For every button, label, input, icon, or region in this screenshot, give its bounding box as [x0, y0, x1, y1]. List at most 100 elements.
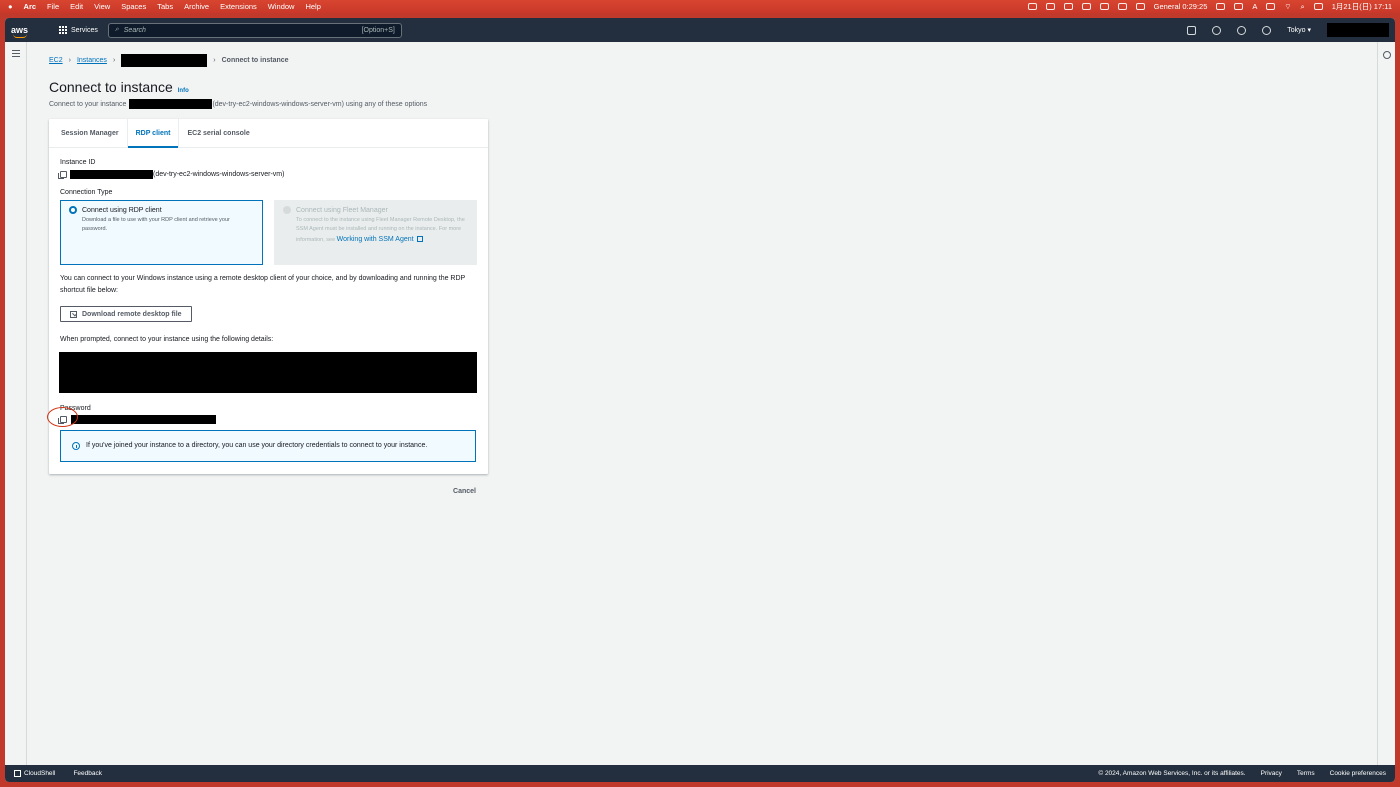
password-label: Password [60, 404, 91, 412]
chevron-right-icon: › [68, 57, 71, 64]
menu-help[interactable]: Help [305, 2, 320, 11]
calendar-icon[interactable] [1045, 3, 1055, 10]
option-rdp-client[interactable]: Connect using RDP client Download a file… [60, 200, 263, 265]
download-icon [70, 310, 77, 318]
region-selector[interactable]: Tokyo ▾ [1287, 26, 1311, 34]
copyright: © 2024, Amazon Web Services, Inc. or its… [1098, 770, 1246, 777]
notifications-icon[interactable] [1212, 25, 1222, 35]
search-shortcut-hint: [Option+S] [361, 26, 395, 34]
camera-icon[interactable] [1099, 3, 1109, 10]
browser-window: aws Services ⌕ Search [Option+S] Tokyo ▾… [5, 18, 1395, 782]
copy-icon[interactable] [58, 171, 67, 179]
breadcrumb-ec2[interactable]: EC2 [49, 57, 63, 64]
menu-edit[interactable]: Edit [70, 2, 83, 11]
menu-spaces[interactable]: Spaces [121, 2, 146, 11]
instance-id-value: (dev-try-ec2-windows-windows-server-vm) [58, 170, 477, 179]
menu-tabs[interactable]: Tabs [157, 2, 173, 11]
aws-top-nav: aws Services ⌕ Search [Option+S] Tokyo ▾ [5, 18, 1395, 42]
chevron-right-icon: › [213, 57, 216, 64]
tab-rdp-client[interactable]: RDP client [126, 119, 179, 148]
search-placeholder: Search [123, 26, 146, 34]
search-icon: ⌕ [114, 26, 119, 33]
external-link-icon [416, 236, 423, 243]
terms-link[interactable]: Terms [1297, 770, 1315, 777]
help-icon[interactable] [1237, 25, 1247, 35]
directory-info-alert: If you've joined your instance to a dire… [60, 429, 476, 462]
menu-icon[interactable] [11, 50, 20, 57]
aws-logo[interactable]: aws [11, 25, 41, 38]
instance-id-suffix: (dev-try-ec2-windows-windows-server-vm) [153, 171, 285, 178]
right-utility-rail [1377, 42, 1395, 765]
search-input[interactable]: ⌕ Search [Option+S] [107, 22, 402, 38]
chevron-right-icon: › [112, 57, 116, 64]
connect-prompt: When prompted, connect to your instance … [60, 335, 274, 343]
cloud-icon[interactable] [1081, 3, 1091, 10]
instance-id-label: Instance ID [60, 159, 96, 166]
rdp-intro: You can connect to your Windows instance… [60, 275, 466, 294]
tab-list: Session Manager RDP client EC2 serial co… [49, 119, 488, 148]
privacy-link[interactable]: Privacy [1261, 770, 1282, 777]
connection-type-group: Connect using RDP client Download a file… [60, 200, 477, 265]
connect-panel: Session Manager RDP client EC2 serial co… [47, 119, 488, 474]
rdp-tab-content: Instance ID (dev-try-ec2-windows-windows… [47, 148, 488, 474]
subtitle-prefix: Connect to your instance [49, 100, 127, 108]
breadcrumb-instances[interactable]: Instances [77, 57, 107, 64]
monitor-icon[interactable] [1234, 3, 1244, 10]
main-content: EC2 › Instances › › Connect to instance … [27, 42, 1395, 765]
option-rdp-title: Connect using RDP client [82, 206, 162, 214]
utility-panel-icon[interactable] [1383, 51, 1391, 59]
cloudshell-label: CloudShell [24, 770, 56, 777]
breadcrumb: EC2 › Instances › › Connect to instance [49, 54, 1395, 67]
connection-type-label: Connection Type [60, 189, 113, 196]
download-rdp-file-button[interactable]: Download remote desktop file [60, 306, 192, 322]
info-icon [72, 441, 80, 450]
app-name[interactable]: Arc [24, 2, 37, 11]
connection-details-redacted [59, 351, 477, 393]
subtitle-suffix: (dev-try-ec2-windows-windows-server-vm) … [212, 100, 428, 108]
feedback-link[interactable]: Feedback [73, 770, 102, 777]
grid-icon [59, 26, 67, 34]
control-center-icon[interactable] [1313, 3, 1323, 10]
wifi-icon[interactable]: ⌔ [1284, 2, 1291, 12]
side-nav-toggle[interactable] [5, 42, 27, 765]
apple-icon[interactable]: ● [8, 2, 13, 11]
services-label: Services [71, 26, 98, 34]
cloudshell-button[interactable]: CloudShell [14, 770, 55, 777]
info-link[interactable]: Info [178, 88, 189, 94]
option-fleet-title: Connect using Fleet Manager [296, 206, 388, 214]
account-menu-redacted[interactable] [1327, 23, 1389, 37]
page-subtitle: Connect to your instance (dev-try-ec2-wi… [49, 99, 1395, 109]
datetime[interactable]: 1月21日(日) 17:11 [1332, 1, 1392, 12]
tab-session-manager[interactable]: Session Manager [53, 119, 127, 147]
menu-window[interactable]: Window [268, 2, 295, 11]
bell-icon[interactable] [1216, 3, 1226, 10]
menu-archive[interactable]: Archive [184, 2, 209, 11]
tab-ec2-serial-console[interactable]: EC2 serial console [178, 119, 257, 147]
console-footer: CloudShell Feedback © 2024, Amazon Web S… [5, 765, 1395, 782]
radio-selected[interactable] [69, 206, 77, 214]
status-icon[interactable] [1027, 3, 1037, 10]
record-icon[interactable] [1117, 3, 1127, 10]
spotlight-icon[interactable]: ⌕ [1300, 2, 1304, 12]
page-title-text: Connect to instance [49, 79, 173, 95]
copy-password-icon[interactable] [58, 415, 67, 424]
password-redacted [71, 414, 216, 424]
menu-view[interactable]: View [94, 2, 110, 11]
breadcrumb-instance-redacted[interactable] [121, 54, 208, 67]
menu-extensions[interactable]: Extensions [220, 2, 257, 11]
input-source[interactable]: A [1252, 2, 1257, 11]
services-menu[interactable]: Services [59, 26, 98, 34]
grid-status-icon[interactable] [1063, 3, 1073, 10]
focus-timer[interactable]: General 0:29:25 [1154, 2, 1208, 11]
cookie-preferences-link[interactable]: Cookie preferences [1330, 770, 1386, 777]
shield-icon[interactable] [1135, 3, 1145, 10]
option-fleet-manager: Connect using Fleet Manager To connect t… [274, 200, 477, 265]
settings-icon[interactable] [1262, 25, 1272, 35]
mac-menubar: ● Arc File Edit View Spaces Tabs Archive… [0, 0, 1400, 13]
cancel-button[interactable]: Cancel [49, 488, 476, 495]
battery-icon[interactable] [1266, 3, 1276, 10]
cloudshell-icon[interactable] [1187, 25, 1197, 35]
menu-file[interactable]: File [47, 2, 59, 11]
alert-text: If you've joined your instance to a dire… [86, 441, 428, 449]
ssm-agent-link[interactable]: Working with SSM Agent [337, 236, 423, 243]
